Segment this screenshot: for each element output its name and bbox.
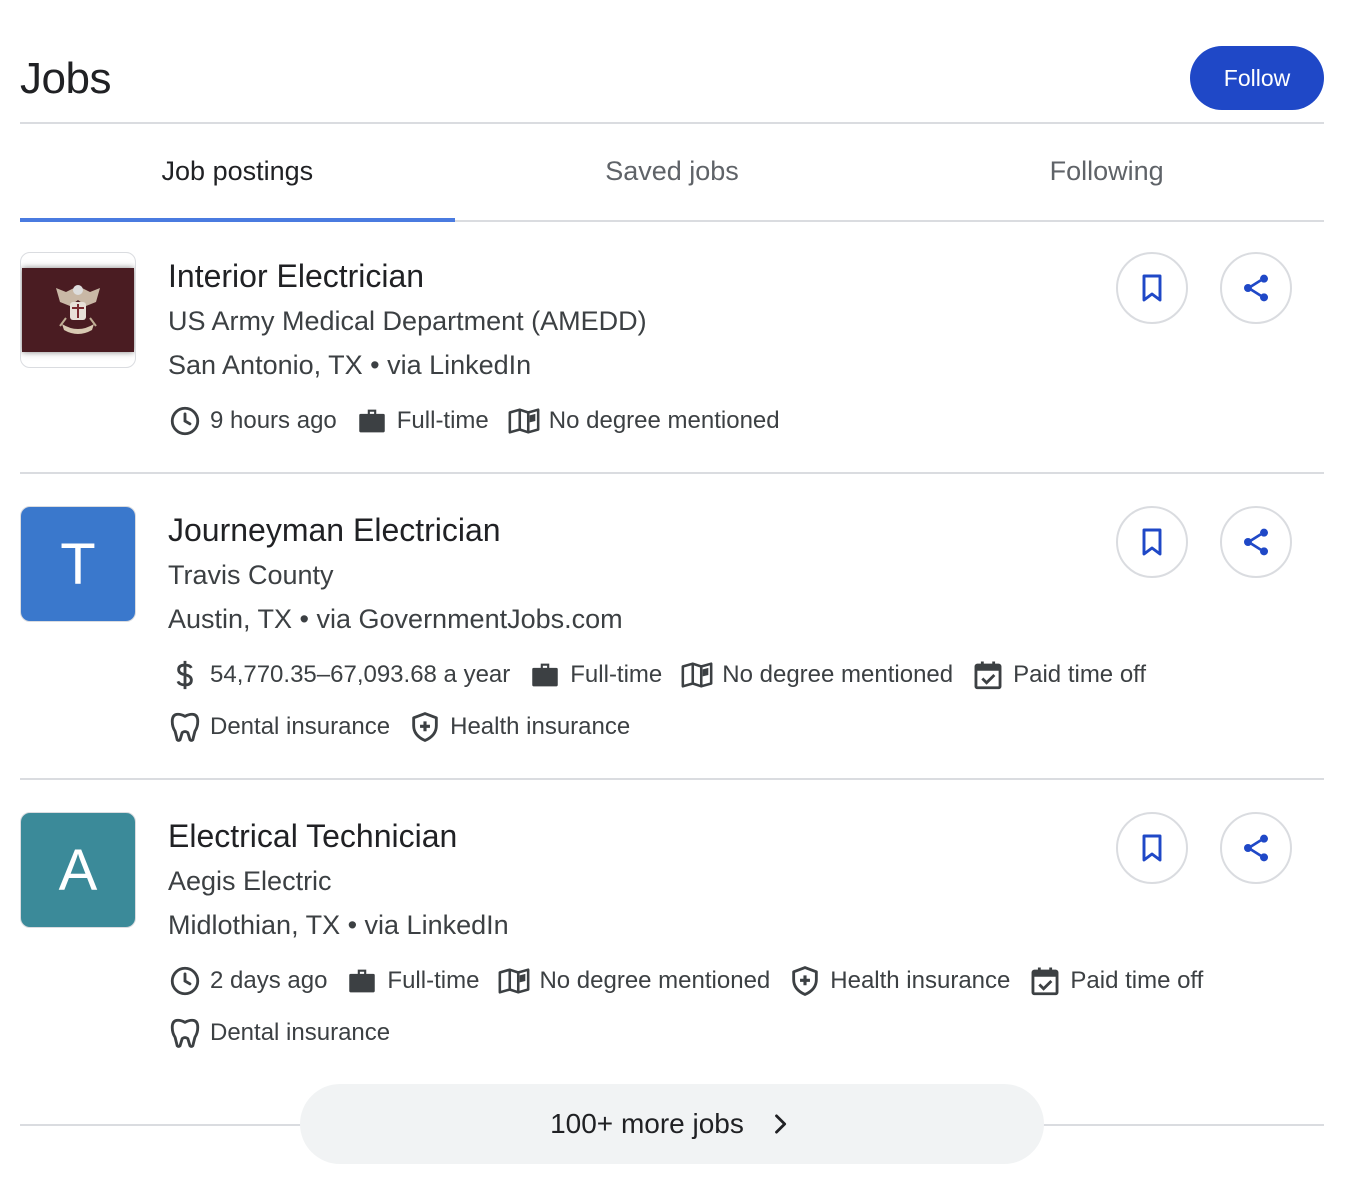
job-title[interactable]: Journeyman Electrician [168,512,501,549]
share-job-button[interactable] [1220,812,1292,884]
employment-type-chip: Full-time [355,404,489,438]
posted-time-chip: 2 days ago [168,964,327,998]
dollar-icon [176,660,193,690]
follow-button[interactable]: Follow [1190,46,1324,110]
army-crest-logo [22,268,134,352]
health-chip: Health insurance [788,964,1010,998]
employment-type-chip: Full-time [345,964,479,998]
chevron-right-icon [774,1114,786,1134]
tab-job-postings[interactable]: Job postings [20,124,455,222]
job-location: Midlothian, TX • via LinkedIn [168,910,509,940]
book-icon [498,968,530,994]
job-location: San Antonio, TX • via LinkedIn [168,350,532,380]
more-jobs-label: 100+ more jobs [550,1108,744,1139]
page-title: Jobs [20,54,111,103]
shield-plus-icon [792,966,819,996]
dental-chip: Dental insurance [168,710,390,744]
job-company: US Army Medical Department (AMEDD) [168,306,647,336]
share-icon [1244,274,1268,302]
company-logo: A [20,812,136,928]
tooth-icon [170,1018,200,1048]
pto-chip: Paid time off [1028,964,1203,998]
share-icon [1244,528,1268,556]
tab-bar: Job postings Saved jobs Following [20,124,1324,222]
salary-chip: 54,770.35–67,093.68 a year [168,658,510,692]
tooth-icon [170,712,200,742]
page-header: Jobs Follow [20,0,1324,124]
job-title[interactable]: Electrical Technician [168,818,457,855]
book-icon [508,408,540,434]
health-chip: Health insurance [408,710,630,744]
save-job-button[interactable] [1116,506,1188,578]
share-job-button[interactable] [1220,506,1292,578]
posted-time-chip: 9 hours ago [168,404,337,438]
clock-icon [170,406,200,436]
calendar-check-icon [974,661,1002,690]
logo-letter: T [60,531,96,597]
dental-chip: Dental insurance [168,1016,390,1050]
job-details-row: 2 days ago Full-time No degree mentioned… [168,964,1221,998]
company-logo [20,252,136,368]
degree-chip: No degree mentioned [507,404,780,438]
job-benefits-row: Dental insurance [168,1016,408,1050]
job-card[interactable]: Interior Electrician US Army Medical Dep… [20,222,1324,474]
degree-chip: No degree mentioned [497,964,770,998]
job-card[interactable]: T Journeyman Electrician Travis County A… [20,474,1324,780]
share-icon [1244,834,1268,862]
bookmark-icon [1142,834,1162,862]
employment-type-chip: Full-time [528,658,662,692]
save-job-button[interactable] [1116,812,1188,884]
briefcase-icon [349,969,376,993]
pto-chip: Paid time off [971,658,1146,692]
tab-saved-jobs[interactable]: Saved jobs [455,124,890,220]
company-logo: T [20,506,136,622]
calendar-check-icon [1031,967,1059,996]
job-card[interactable]: A Electrical Technician Aegis Electric M… [20,780,1324,1070]
save-job-button[interactable] [1116,252,1188,324]
bookmark-icon [1142,274,1162,302]
degree-chip: No degree mentioned [680,658,953,692]
job-company: Travis County [168,560,334,590]
job-details-row: 54,770.35–67,093.68 a year Full-time No … [168,658,1164,692]
job-company: Aegis Electric [168,866,332,896]
briefcase-icon [359,409,385,433]
job-location: Austin, TX • via GovernmentJobs.com [168,604,623,634]
shield-plus-icon [412,712,438,742]
share-job-button[interactable] [1220,252,1292,324]
tab-following[interactable]: Following [889,124,1324,220]
more-jobs-button[interactable]: 100+ more jobs [300,1084,1044,1164]
job-benefits-row: Dental insurance Health insurance [168,710,648,744]
book-icon [681,662,713,688]
clock-icon [170,966,200,996]
briefcase-icon [532,663,559,687]
bookmark-icon [1142,528,1162,556]
logo-letter: A [58,837,98,903]
job-details-row: 9 hours ago Full-time No degree mentione… [168,404,798,438]
job-title[interactable]: Interior Electrician [168,258,424,295]
